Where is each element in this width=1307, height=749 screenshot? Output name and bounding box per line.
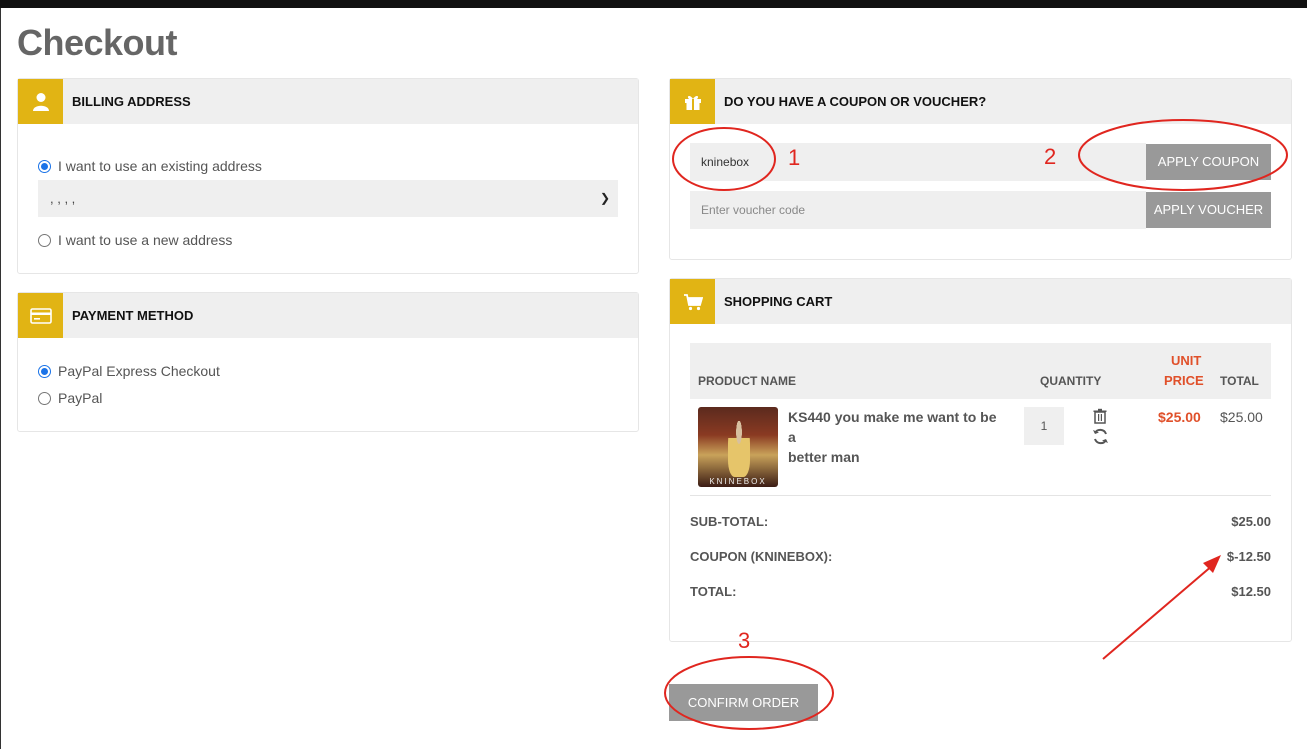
item-total: $25.00 (1220, 409, 1263, 425)
billing-address-title: BILLING ADDRESS (72, 94, 191, 109)
annotation-number-2: 2 (1044, 144, 1057, 169)
user-icon (18, 79, 63, 124)
subtotal-value: $25.00 (1231, 514, 1271, 529)
product-image-figure (728, 421, 750, 477)
gift-icon (670, 79, 715, 124)
product-name-line1: KS440 you make me want to be a (788, 409, 997, 445)
address-select-value: , , , , (50, 191, 76, 206)
page-title: Checkout (17, 22, 178, 63)
confirm-order-button[interactable]: CONFIRM ORDER (669, 684, 818, 721)
new-address-option[interactable]: I want to use a new address (38, 232, 232, 248)
window-top-bar (0, 0, 1307, 8)
paypal-express-radio[interactable] (38, 364, 51, 378)
address-select[interactable]: , , , , ❯ (38, 180, 618, 217)
payment-method-panel: PAYMENT METHOD PayPal Express Checkout P… (17, 292, 639, 432)
coupon-panel: DO YOU HAVE A COUPON OR VOUCHER? kninebo… (669, 78, 1292, 260)
chevron-down-icon: ❯ (599, 191, 610, 205)
coupon-header: DO YOU HAVE A COUPON OR VOUCHER? (670, 79, 1291, 124)
header-quantity: QUANTITY (1040, 374, 1102, 388)
payment-method-title: PAYMENT METHOD (72, 308, 194, 323)
existing-address-label: I want to use an existing address (58, 158, 262, 174)
payment-method-header: PAYMENT METHOD (18, 293, 638, 338)
header-unit-price-line2: PRICE (1164, 373, 1204, 388)
total-value: $12.50 (1231, 584, 1271, 599)
coupon-discount-value: $-12.50 (1226, 549, 1271, 564)
total-label: TOTAL: (690, 584, 737, 599)
credit-card-icon (18, 293, 63, 338)
quantity-input[interactable]: 1 (1024, 407, 1064, 445)
apply-coupon-button[interactable]: APPLY COUPON (1146, 144, 1271, 180)
paypal-option[interactable]: PayPal (38, 390, 102, 406)
trash-icon[interactable] (1092, 408, 1108, 424)
shopping-cart-icon (670, 279, 715, 324)
voucher-input[interactable]: Enter voucher code (690, 191, 1146, 229)
shopping-cart-title: SHOPPING CART (724, 294, 833, 309)
shopping-cart-panel: SHOPPING CART PRODUCT NAME QUANTITY UNIT… (669, 278, 1292, 642)
product-name-link[interactable]: KS440 you make me want to be a better ma… (788, 407, 1008, 467)
new-address-radio[interactable] (38, 233, 51, 247)
annotation-number-1: 1 (788, 145, 801, 170)
apply-voucher-button[interactable]: APPLY VOUCHER (1146, 192, 1271, 228)
coupon-input[interactable]: kninebox (690, 143, 1146, 181)
shopping-cart-header: SHOPPING CART (670, 279, 1291, 324)
existing-address-option[interactable]: I want to use an existing address (38, 158, 262, 174)
coupon-discount-label: COUPON (KNINEBOX): (690, 549, 833, 564)
new-address-label: I want to use a new address (58, 232, 233, 248)
paypal-express-label: PayPal Express Checkout (58, 363, 220, 379)
refresh-icon[interactable] (1092, 428, 1109, 445)
product-thumbnail[interactable]: KNINEBOX (698, 407, 778, 487)
item-unit-price: $25.00 (1158, 409, 1201, 425)
header-product-name: PRODUCT NAME (698, 374, 796, 388)
existing-address-radio[interactable] (38, 159, 51, 173)
header-total: TOTAL (1220, 374, 1259, 388)
paypal-express-option[interactable]: PayPal Express Checkout (38, 363, 220, 379)
paypal-label: PayPal (58, 390, 103, 406)
paypal-radio[interactable] (38, 391, 51, 405)
window-left-edge (0, 8, 1, 749)
cart-row-divider (690, 495, 1271, 496)
annotation-number-3: 3 (738, 628, 751, 653)
subtotal-label: SUB-TOTAL: (690, 514, 769, 529)
coupon-title: DO YOU HAVE A COUPON OR VOUCHER? (724, 94, 987, 109)
product-thumbnail-brand: KNINEBOX (709, 477, 767, 486)
billing-address-panel: BILLING ADDRESS I want to use an existin… (17, 78, 639, 274)
header-unit-price-line1: UNIT (1171, 353, 1202, 368)
product-name-line2: better man (788, 449, 860, 465)
cart-table-header: PRODUCT NAME QUANTITY UNIT PRICE TOTAL (690, 343, 1271, 399)
billing-address-header: BILLING ADDRESS (18, 79, 638, 124)
